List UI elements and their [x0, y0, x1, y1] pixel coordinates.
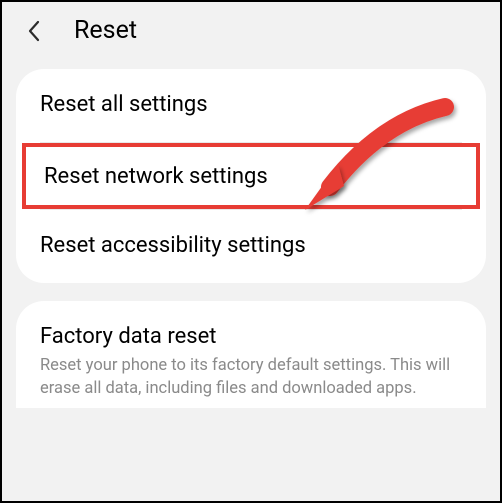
reset-all-settings-item[interactable]: Reset all settings — [16, 69, 486, 142]
list-item-label: Reset accessibility settings — [40, 232, 462, 261]
list-item-label: Reset network settings — [44, 163, 458, 192]
page-title: Reset — [74, 16, 137, 45]
list-item-label: Factory data reset — [40, 323, 462, 352]
list-item-subtitle: Reset your phone to its factory default … — [40, 355, 462, 400]
reset-network-settings-item[interactable]: Reset network settings — [22, 143, 480, 210]
factory-data-reset-item[interactable]: Factory data reset Reset your phone to i… — [16, 301, 486, 408]
factory-reset-card: Factory data reset Reset your phone to i… — [16, 301, 486, 408]
back-icon[interactable] — [22, 19, 46, 43]
list-item-label: Reset all settings — [40, 91, 462, 120]
reset-accessibility-settings-item[interactable]: Reset accessibility settings — [16, 210, 486, 283]
header-bar: Reset — [2, 2, 500, 59]
reset-options-card: Reset all settings Reset network setting… — [16, 69, 486, 283]
